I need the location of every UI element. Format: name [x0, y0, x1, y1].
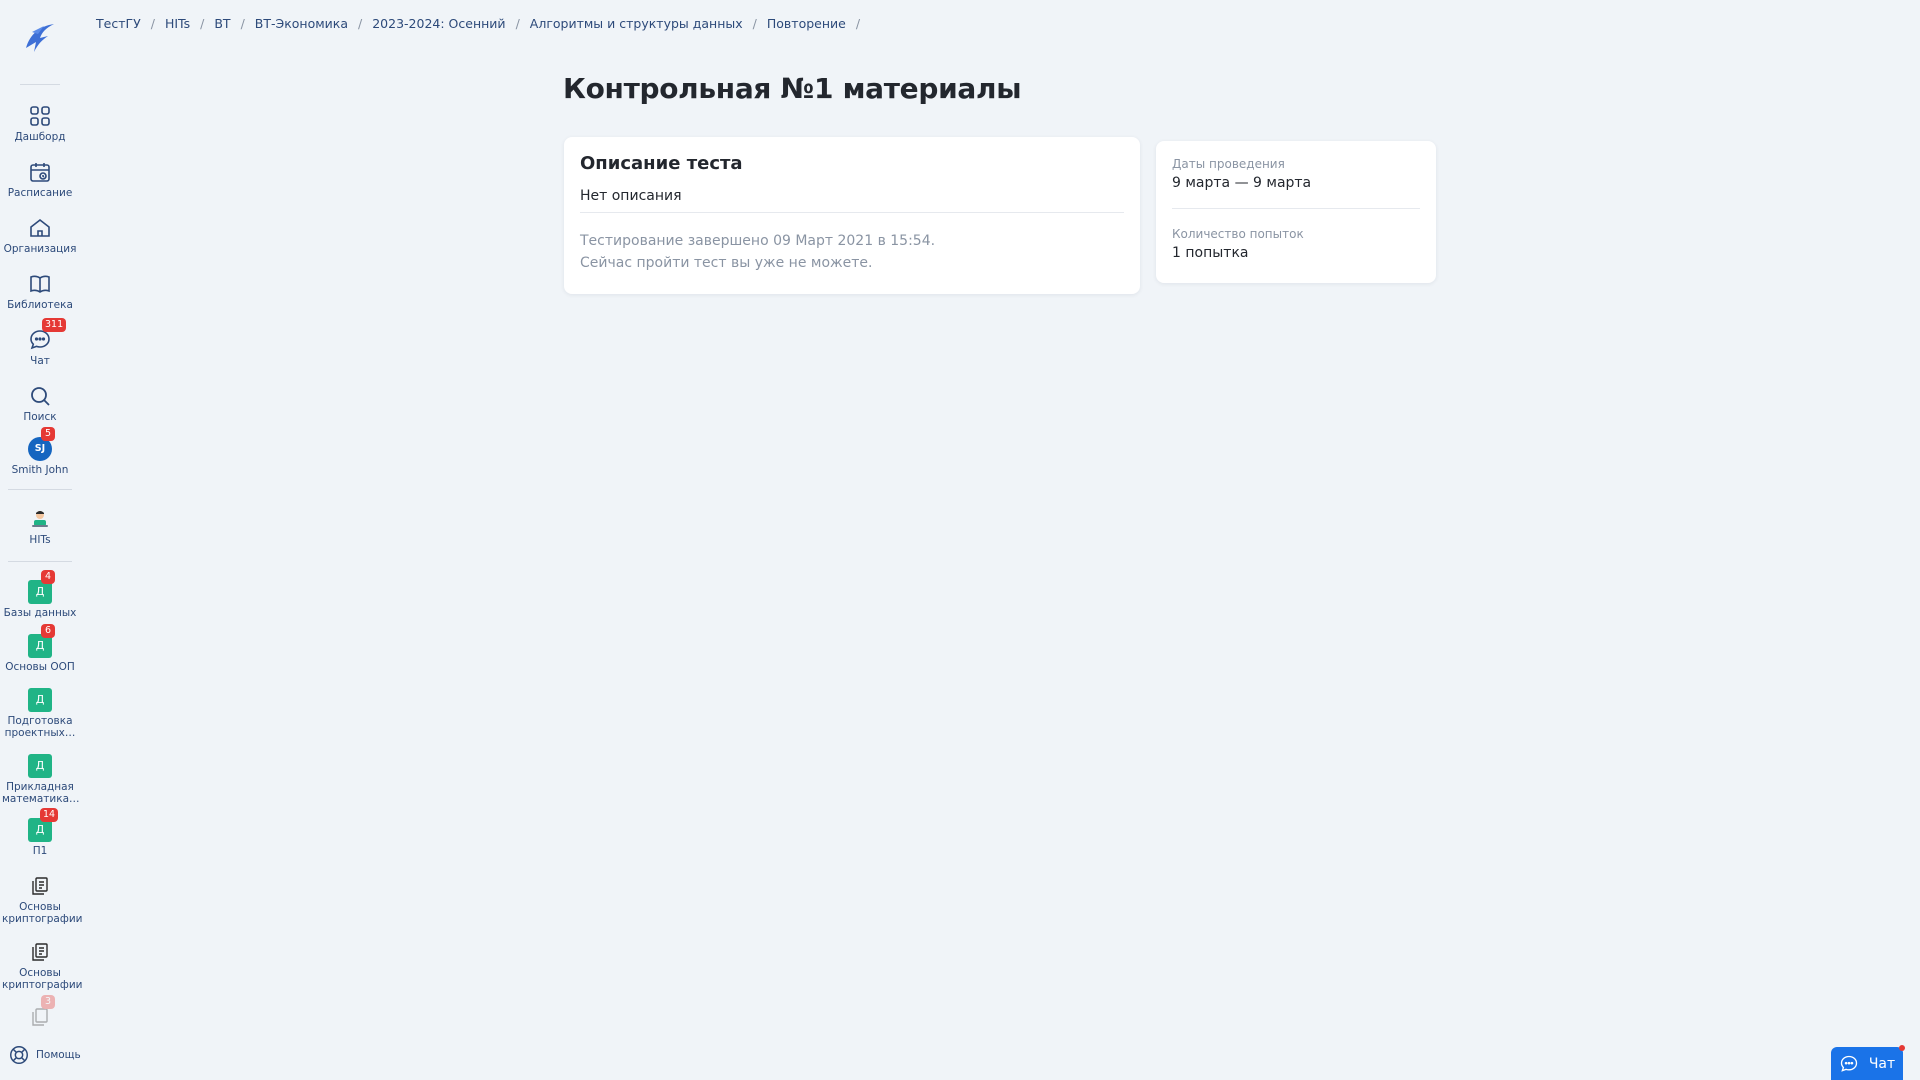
sidebar-item-label: П1	[32, 845, 48, 857]
breadcrumb-link[interactable]: Повторение	[767, 16, 846, 31]
breadcrumb-separator: /	[515, 16, 520, 31]
attempts-label: Количество попыток	[1172, 227, 1304, 241]
sidebar-divider	[8, 489, 72, 490]
sidebar-item-label: Основы криптографии	[2, 967, 83, 991]
sidebar-divider	[20, 84, 60, 85]
sidebar-item-course-databases[interactable]: Д 4 Базы данных	[0, 570, 80, 619]
test-description-card: Описание теста Нет описания Тестирование…	[564, 137, 1140, 294]
help-link[interactable]: Помощь	[8, 1044, 81, 1066]
lifebuoy-icon	[10, 1046, 28, 1064]
breadcrumb-separator: /	[200, 16, 205, 31]
course-icon-wrapper: Д	[28, 754, 52, 778]
breadcrumb-link[interactable]: 2023-2024: Осенний	[372, 16, 505, 31]
sidebar-item-course-crypto-2[interactable]: Основы криптографии	[0, 940, 83, 991]
breadcrumb-separator: /	[358, 16, 363, 31]
breadcrumb-link[interactable]: HITs	[165, 16, 190, 31]
breadcrumb-separator: /	[855, 16, 861, 31]
sidebar-item-label: Расписание	[7, 187, 73, 199]
sidebar-item-label: Организация	[3, 243, 77, 255]
sidebar-item-schedule[interactable]: Расписание	[0, 160, 80, 199]
chat-icon	[1840, 1055, 1857, 1072]
breadcrumb-separator: /	[752, 16, 757, 31]
search-icon	[28, 384, 52, 408]
dates-value: 9 марта — 9 марта	[1172, 175, 1312, 191]
home-icon	[28, 216, 52, 240]
page-title: Контрольная №1 материалы	[563, 72, 1022, 105]
sidebar-item-label: Библиотека	[7, 299, 73, 311]
sidebar-item-profile[interactable]: SJ 5 Smith John	[0, 427, 80, 476]
documents-icon	[28, 874, 52, 898]
sidebar-divider	[8, 561, 72, 562]
avatar-wrapper: SJ 5	[28, 427, 55, 461]
unread-badge: 311	[42, 318, 67, 332]
completion-note-line: Тестирование завершено 09 Март 2021 в 15…	[580, 233, 936, 249]
sidebar: Дашборд Расписание Организация Библиотек…	[0, 0, 83, 1080]
course-icon-wrapper: Д 14	[28, 808, 59, 842]
sidebar-item-course-p1[interactable]: Д 14 П1	[0, 808, 80, 857]
sidebar-item-course-crypto-1[interactable]: Основы криптографии	[0, 874, 83, 925]
sidebar-item-course-more[interactable]: 3	[0, 995, 80, 1029]
course-icon-wrapper: Д	[28, 688, 52, 712]
sidebar-item-course-applied-math[interactable]: Д Прикладная математика…	[0, 754, 80, 805]
course-icon-wrapper: Д 4	[28, 570, 55, 604]
breadcrumb-link[interactable]: Алгоритмы и структуры данных	[530, 16, 743, 31]
documents-icon	[28, 940, 52, 964]
sidebar-item-label: Дашборд	[14, 131, 66, 143]
test-info-card: Даты проведения 9 марта — 9 марта Количе…	[1156, 141, 1436, 283]
notification-badge: 5	[41, 427, 55, 441]
dates-label: Даты проведения	[1172, 157, 1285, 171]
breadcrumb-separator: /	[150, 16, 155, 31]
completion-note-line: Сейчас пройти тест вы уже не можете.	[580, 255, 873, 271]
notification-badge: 6	[41, 624, 55, 638]
sidebar-item-dashboard[interactable]: Дашборд	[0, 104, 80, 143]
sidebar-item-search[interactable]: Поиск	[0, 384, 80, 423]
dashboard-icon	[28, 104, 52, 128]
course-icon-wrapper: Д 6	[28, 624, 55, 658]
breadcrumb: ТестГУ / HITs / ВТ / ВТ-Экономика / 2023-202…	[96, 16, 870, 31]
calendar-icon	[28, 160, 52, 184]
info-divider	[1172, 208, 1420, 209]
sidebar-item-label: Поиск	[23, 411, 57, 423]
sidebar-item-course-projects[interactable]: Д Подготовка проектных…	[0, 688, 80, 739]
breadcrumb-separator: /	[240, 16, 245, 31]
mascot-icon	[28, 507, 52, 531]
breadcrumb-link[interactable]: ВТ	[214, 16, 230, 31]
notification-badge: 14	[40, 808, 59, 822]
sidebar-item-chat[interactable]: 311 Чат	[0, 318, 80, 367]
notification-badge: 3	[41, 995, 55, 1009]
course-icon: Д	[28, 754, 52, 778]
chat-button-label: Чат	[1868, 1055, 1896, 1072]
help-label: Помощь	[36, 1049, 81, 1061]
breadcrumb-link[interactable]: ВТ-Экономика	[255, 16, 348, 31]
description-text: Нет описания	[580, 188, 1124, 213]
sidebar-item-course-oop[interactable]: Д 6 Основы ООП	[0, 624, 80, 673]
sidebar-item-label: Подготовка проектных…	[4, 715, 76, 739]
sidebar-item-label: Основы криптографии	[2, 901, 83, 925]
card-title: Описание теста	[580, 153, 743, 174]
course-icon: Д	[28, 688, 52, 712]
sidebar-item-label: Чат	[30, 355, 50, 367]
chat-icon: 311	[28, 318, 67, 352]
sidebar-item-hits[interactable]: HITs	[0, 507, 80, 546]
logo-icon	[26, 24, 54, 52]
sidebar-item-label: HITs	[29, 534, 51, 546]
app-logo[interactable]	[20, 18, 60, 58]
sidebar-item-label: Основы ООП	[5, 661, 75, 673]
documents-icon: 3	[28, 995, 55, 1029]
attempts-value: 1 попытка	[1172, 245, 1249, 261]
sidebar-item-label: Smith John	[11, 464, 69, 476]
unread-dot	[1899, 1045, 1905, 1051]
completion-note: Тестирование завершено 09 Март 2021 в 15…	[580, 230, 1124, 274]
breadcrumb-link[interactable]: ТестГУ	[96, 16, 141, 31]
book-icon	[28, 272, 52, 296]
notification-badge: 4	[41, 570, 55, 584]
sidebar-item-organization[interactable]: Организация	[0, 216, 80, 255]
sidebar-item-library[interactable]: Библиотека	[0, 272, 80, 311]
sidebar-item-label: Базы данных	[3, 607, 77, 619]
chat-button[interactable]: Чат	[1831, 1045, 1905, 1080]
sidebar-item-label: Прикладная математика…	[2, 781, 80, 805]
